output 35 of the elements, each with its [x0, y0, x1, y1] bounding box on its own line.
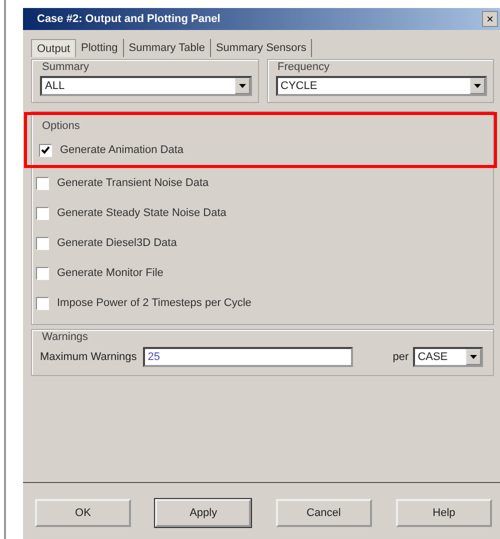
- button[interactable]: OK: [35, 499, 131, 527]
- caret-icon: [470, 355, 477, 359]
- close-button[interactable]: ×: [482, 11, 498, 27]
- window-title: Case #2: Output and Plotting Panel: [37, 13, 220, 25]
- checkbox-label: Impose Power of 2 Timesteps per Cycle: [57, 297, 252, 309]
- group-title: Summary: [42, 61, 90, 73]
- checkbox[interactable]: [36, 236, 49, 250]
- group-title: Frequency: [278, 61, 330, 73]
- checkbox-label: Generate Transient Noise Data: [57, 177, 209, 189]
- checkbox[interactable]: [36, 206, 49, 220]
- dropdown[interactable]: CASE: [412, 347, 483, 367]
- field-label: per: [392, 351, 409, 363]
- tab[interactable]: Plotting: [76, 39, 124, 57]
- checkbox-label: Generate Animation Data: [60, 144, 184, 156]
- dropdown[interactable]: CYCLE: [276, 76, 487, 96]
- group-title: Warnings: [42, 331, 88, 343]
- dropdown[interactable]: ALL: [40, 76, 252, 96]
- field-label: Maximum Warnings: [40, 351, 137, 363]
- caret-icon: [238, 84, 246, 88]
- checkbox[interactable]: [36, 176, 49, 190]
- tab[interactable]: Summary Table: [124, 39, 211, 57]
- button[interactable]: Cancel: [276, 499, 372, 527]
- checkbox[interactable]: [39, 144, 52, 156]
- checkbox-label: Generate Steady State Noise Data: [57, 207, 226, 219]
- tab[interactable]: Summary Sensors: [210, 39, 312, 57]
- caret-icon: [474, 84, 481, 88]
- checkbox[interactable]: [36, 266, 49, 280]
- checkbox-label: Generate Diesel3D Data: [57, 237, 177, 249]
- tab[interactable]: Output: [31, 39, 76, 57]
- button[interactable]: Help: [396, 499, 492, 527]
- checkbox[interactable]: [36, 296, 49, 310]
- input-field[interactable]: 25: [142, 347, 353, 367]
- group-title: Options: [42, 120, 80, 132]
- checkbox-label: Generate Monitor File: [57, 267, 164, 279]
- button[interactable]: Apply: [155, 499, 252, 527]
